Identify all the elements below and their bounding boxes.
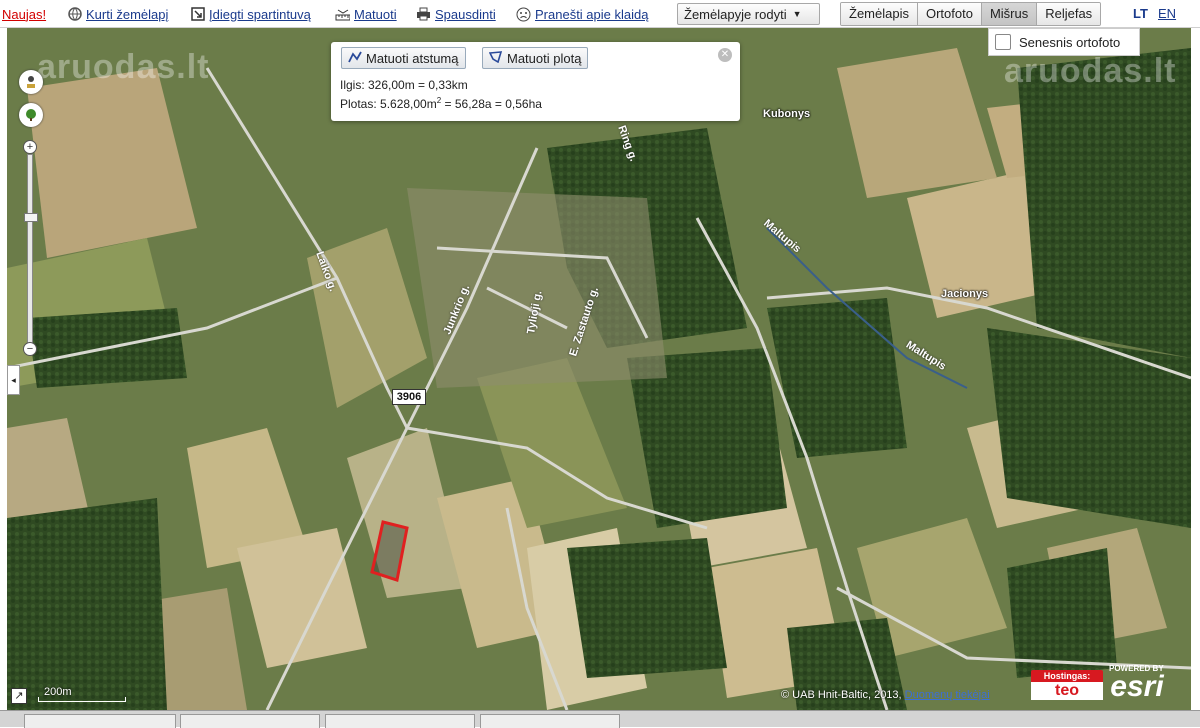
copyright-text: © UAB Hnit-Baltic, 2013, (781, 689, 902, 701)
taskbar-tab-1[interactable] (24, 714, 176, 728)
ruler-icon (335, 7, 350, 22)
print-link[interactable]: Spausdinti (416, 5, 496, 23)
aerial-imagery (7, 28, 1191, 710)
layer-relief-button[interactable]: Reljefas (1037, 3, 1101, 25)
label-jacionys: Jacionys (941, 288, 989, 300)
layer-mixed-button[interactable]: Mišrus (981, 3, 1038, 25)
measure-distance-label: Matuoti atstumą (366, 50, 459, 66)
length-result: Ilgis: 326,00m = 0,33km (340, 78, 468, 92)
report-error-link[interactable]: Pranešti apie klaidą (516, 5, 648, 23)
taskbar-tab-2[interactable] (180, 714, 320, 728)
bottom-taskbar (0, 710, 1200, 728)
new-label: Naujas! (2, 6, 47, 22)
zoom-track[interactable] (24, 154, 38, 344)
install-shortcut-link[interactable]: Įdiegti spartintuvą (190, 5, 311, 23)
layer-ortho-button[interactable]: Ortofoto (917, 3, 982, 25)
watermark-left: aruodas.lt (37, 48, 210, 86)
taskbar-tab-3[interactable] (325, 714, 475, 728)
create-map-link[interactable]: Kurti žemėlapį (67, 5, 168, 23)
side-panel-toggle[interactable]: ◂ (7, 365, 20, 395)
map-canvas[interactable]: aruodas.lt aruodas.lt Kubonys Jacionys M… (7, 28, 1191, 710)
sad-face-icon (516, 7, 531, 22)
hosting-logo: Hostingas: teo (1031, 670, 1103, 702)
measure-distance-button[interactable]: Matuoti atstumą (341, 47, 466, 69)
globe-icon (67, 7, 82, 22)
watermark-right: aruodas.lt (1004, 52, 1177, 90)
top-toolbar: Naujas! Kurti žemėlapį Įdiegti spartintu… (0, 0, 1200, 28)
polyline-icon (348, 51, 362, 66)
area-result-suffix: = 56,28a = 0,56ha (441, 97, 542, 111)
install-shortcut-label: Įdiegti spartintuvą (209, 6, 311, 22)
older-ortho-checkbox[interactable] (995, 34, 1011, 50)
close-icon[interactable]: ✕ (718, 48, 732, 62)
report-error-label: Pranešti apie klaidą (535, 6, 649, 22)
zoom-in-button[interactable]: + (23, 140, 37, 154)
polygon-icon (488, 50, 503, 66)
data-providers-link[interactable]: Duomenų tiekėjai (905, 689, 990, 701)
label-kubonys: Kubonys (763, 108, 811, 120)
copyright: © UAB Hnit-Baltic, 2013, Duomenų tiekėja… (781, 689, 990, 701)
new-link[interactable]: Naujas! (2, 5, 46, 23)
zoom-slider-thumb[interactable] (24, 213, 38, 222)
map-show-dropdown[interactable]: Žemėlapyje rodyti ▼ (677, 3, 820, 25)
highway-shield: 3906 (392, 389, 426, 405)
measure-label: Matuoti (354, 6, 397, 22)
chevron-down-icon: ▼ (792, 9, 802, 19)
measure-popup: Matuoti atstumą Matuoti plotą ✕ Ilgis: 3… (331, 42, 740, 121)
esri-name: esri (1110, 670, 1164, 703)
scale-bar: 200m (38, 686, 128, 704)
layer-map-button[interactable]: Žemėlapis (841, 3, 918, 25)
measure-area-button[interactable]: Matuoti plotą (482, 47, 589, 69)
chevron-left-icon: ◂ (11, 375, 16, 385)
teo-logo: teo (1031, 682, 1103, 700)
map-show-dropdown-label: Žemėlapyje rodyti (684, 6, 787, 22)
print-label: Spausdinti (435, 6, 496, 22)
older-ortho-option[interactable]: Senesnis ortofoto (988, 28, 1140, 56)
expand-icon[interactable]: ↗ (11, 688, 27, 704)
pegman-icon[interactable] (19, 70, 43, 94)
older-ortho-label: Senesnis ortofoto (1019, 34, 1121, 50)
taskbar-tab-4[interactable] (480, 714, 620, 728)
esri-logo: POWERED BY esri (1109, 664, 1164, 703)
zoom-out-button[interactable]: − (23, 342, 37, 356)
measure-area-label: Matuoti plotą (507, 50, 582, 66)
area-result-main: Plotas: 5.628,00m (340, 97, 437, 111)
area-result: Plotas: 5.628,00m2 = 56,28a = 0,56ha (340, 96, 542, 111)
tree-icon[interactable] (19, 103, 43, 127)
measure-link[interactable]: Matuoti (335, 5, 397, 23)
lang-en-link[interactable]: EN (1158, 6, 1176, 21)
layer-switcher: Žemėlapis Ortofoto Mišrus Reljefas (840, 2, 1102, 26)
printer-icon (416, 7, 431, 22)
shortcut-icon (190, 7, 205, 22)
create-map-label: Kurti žemėlapį (86, 6, 169, 22)
hosting-label: Hostingas: (1031, 670, 1103, 682)
lang-lt-link[interactable]: LT (1133, 6, 1148, 21)
